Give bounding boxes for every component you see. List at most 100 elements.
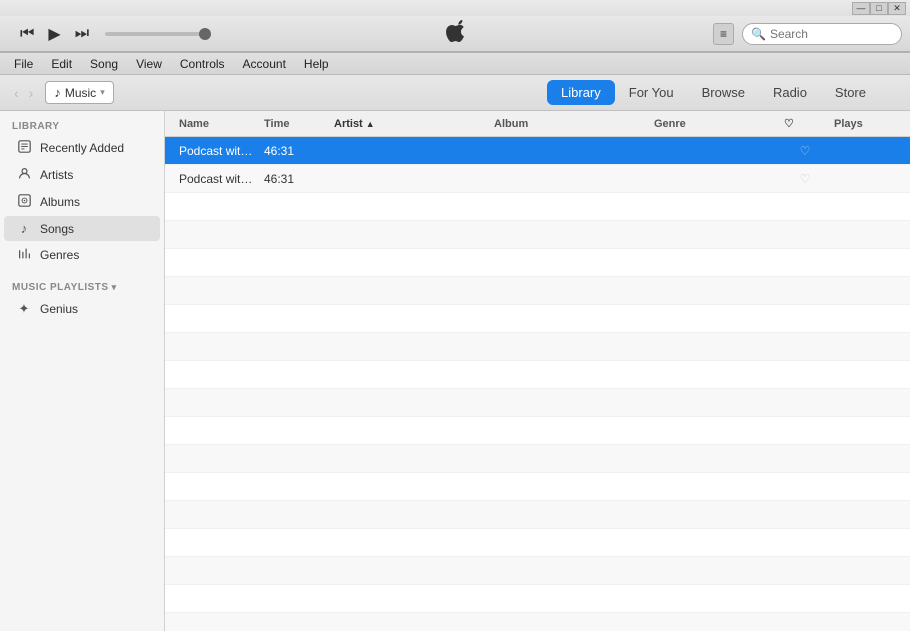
table-rows: Podcast with Michael Ficara ••• 46:31 ♡ … xyxy=(165,137,910,631)
songs-icon: ♪ xyxy=(16,221,32,236)
col-plays[interactable]: Plays xyxy=(830,115,900,132)
empty-row xyxy=(165,277,910,305)
sidebar-item-songs[interactable]: ♪ Songs xyxy=(4,216,160,241)
empty-row xyxy=(165,585,910,613)
cell-heart[interactable]: ♡ xyxy=(780,170,830,188)
menu-song[interactable]: Song xyxy=(82,55,126,73)
genres-label: Genres xyxy=(40,248,79,262)
cell-album xyxy=(490,177,650,181)
table-row[interactable]: Podcast with Michael Ficara ••• 46:31 ♡ xyxy=(165,137,910,165)
sidebar-item-albums[interactable]: Albums xyxy=(4,189,160,215)
fastforward-button[interactable]: ⏭ xyxy=(71,23,93,45)
nav-tabs: Library For You Browse Radio Store xyxy=(547,80,880,105)
empty-row xyxy=(165,501,910,529)
empty-row xyxy=(165,333,910,361)
tab-for-you[interactable]: For You xyxy=(615,80,688,105)
sort-arrow-icon: ▲ xyxy=(366,119,375,129)
main-layout: Library Recently Added Artists Albums ♪ … xyxy=(0,111,910,631)
albums-icon xyxy=(16,194,32,210)
songs-label: Songs xyxy=(40,222,74,236)
chevron-down-icon: ▾ xyxy=(100,87,105,98)
col-name[interactable]: Name xyxy=(175,115,260,132)
tab-radio[interactable]: Radio xyxy=(759,80,821,105)
search-input[interactable] xyxy=(770,27,890,41)
albums-label: Albums xyxy=(40,195,80,209)
empty-row xyxy=(165,417,910,445)
genres-icon xyxy=(16,247,32,263)
artists-label: Artists xyxy=(40,168,73,182)
close-button[interactable]: ✕ xyxy=(888,2,906,15)
search-box: 🔍 xyxy=(742,23,902,45)
menu-file[interactable]: File xyxy=(6,55,41,73)
artists-icon xyxy=(16,167,32,183)
cell-name: Podcast with Michael Ficara ••• xyxy=(175,142,260,160)
music-note-icon: ♪ xyxy=(54,85,61,100)
menu-help[interactable]: Help xyxy=(296,55,337,73)
cell-time: 46:31 xyxy=(260,142,330,160)
playlists-label: Music Playlists xyxy=(12,282,109,293)
maximize-button[interactable]: □ xyxy=(870,2,888,15)
cell-time: 46:31 xyxy=(260,170,330,188)
search-icon: 🔍 xyxy=(751,27,766,41)
menu-account[interactable]: Account xyxy=(235,55,294,73)
play-button[interactable]: ▶ xyxy=(44,22,64,46)
empty-row xyxy=(165,193,910,221)
menu-view[interactable]: View xyxy=(128,55,170,73)
library-section-label: Library xyxy=(0,115,164,134)
cell-album xyxy=(490,149,650,153)
empty-row xyxy=(165,557,910,585)
menu-bar: File Edit Song View Controls Account Hel… xyxy=(0,53,910,75)
sidebar-item-recently-added[interactable]: Recently Added xyxy=(4,135,160,161)
sidebar-item-genres[interactable]: Genres xyxy=(4,242,160,268)
playlists-chevron-icon: ▾ xyxy=(112,282,117,293)
col-heart[interactable]: ♡ xyxy=(780,115,830,132)
playlists-section-label[interactable]: Music Playlists ▾ xyxy=(0,276,164,295)
col-album[interactable]: Album xyxy=(490,115,650,132)
cell-genre xyxy=(650,149,780,153)
empty-row xyxy=(165,529,910,557)
empty-row xyxy=(165,361,910,389)
forward-button[interactable]: › xyxy=(25,83,38,103)
cell-heart[interactable]: ♡ xyxy=(780,142,830,160)
tab-browse[interactable]: Browse xyxy=(688,80,759,105)
table-row[interactable]: Podcast with Michael Ficara 46:31 ♡ xyxy=(165,165,910,193)
recently-added-icon xyxy=(16,140,32,156)
cell-plays xyxy=(830,149,900,153)
apple-logo xyxy=(445,20,465,47)
sidebar-item-genius[interactable]: ✦ Genius xyxy=(4,296,160,322)
artist-label: Artist xyxy=(334,118,363,130)
transport-controls: ⏮ ▶ ⏭ xyxy=(16,22,93,46)
cell-name: Podcast with Michael Ficara xyxy=(175,170,260,188)
cell-plays xyxy=(830,177,900,181)
music-selector[interactable]: ♪ Music ▾ xyxy=(45,81,113,104)
nav-bar: ‹ › ♪ Music ▾ Library For You Browse Rad… xyxy=(0,75,910,111)
menu-list-button[interactable]: ≡ xyxy=(713,23,734,45)
rewind-button[interactable]: ⏮ xyxy=(16,23,38,45)
minimize-button[interactable]: — xyxy=(852,2,870,15)
col-artist[interactable]: Artist ▲ xyxy=(330,115,490,132)
col-genre[interactable]: Genre xyxy=(650,115,780,132)
table-header: Name Time Artist ▲ Album Genre ♡ Plays xyxy=(165,111,910,137)
nav-arrows: ‹ › xyxy=(10,83,37,103)
music-selector-label: Music xyxy=(65,86,96,100)
progress-thumb[interactable] xyxy=(199,28,211,40)
menu-edit[interactable]: Edit xyxy=(43,55,80,73)
progress-track[interactable] xyxy=(105,32,205,36)
empty-row xyxy=(165,473,910,501)
sidebar-item-artists[interactable]: Artists xyxy=(4,162,160,188)
tab-store[interactable]: Store xyxy=(821,80,880,105)
menu-controls[interactable]: Controls xyxy=(172,55,233,73)
col-time[interactable]: Time xyxy=(260,115,330,132)
back-button[interactable]: ‹ xyxy=(10,83,23,103)
empty-row xyxy=(165,445,910,473)
content-area: Name Time Artist ▲ Album Genre ♡ Plays P… xyxy=(165,111,910,631)
cell-artist xyxy=(330,177,490,181)
recently-added-label: Recently Added xyxy=(40,141,124,155)
tab-library[interactable]: Library xyxy=(547,80,615,105)
search-area: ≡ 🔍 xyxy=(713,23,902,45)
empty-row xyxy=(165,389,910,417)
genius-icon: ✦ xyxy=(16,301,32,317)
empty-row xyxy=(165,613,910,631)
empty-row xyxy=(165,221,910,249)
empty-row xyxy=(165,249,910,277)
